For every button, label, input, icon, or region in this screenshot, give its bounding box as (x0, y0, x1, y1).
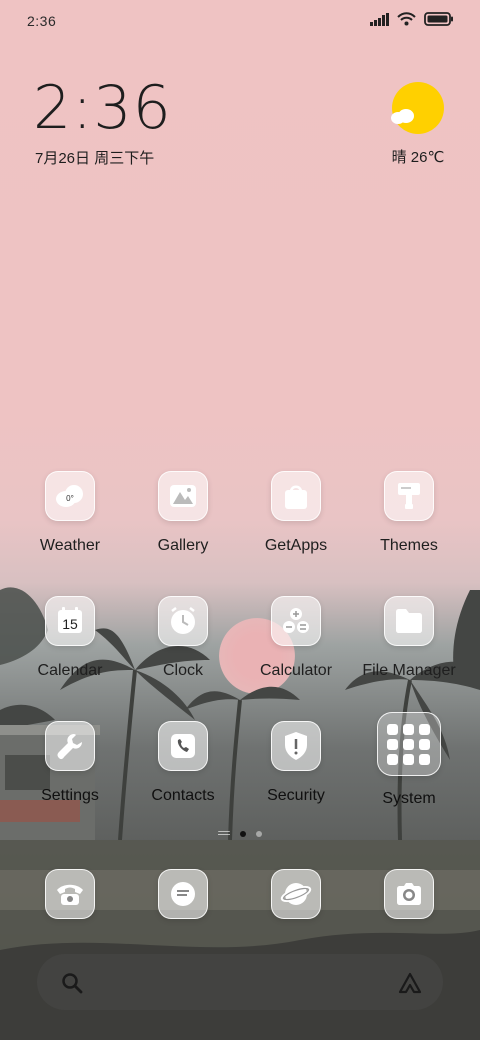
app-clock[interactable]: Clock (128, 596, 238, 680)
calendar-icon: 15 (45, 596, 95, 646)
wifi-icon (397, 12, 416, 26)
battery-icon (424, 12, 453, 26)
svg-text:15: 15 (62, 616, 78, 632)
folder-grid-icon (377, 712, 441, 776)
app-themes[interactable]: Themes (354, 471, 464, 555)
clock-widget-date[interactable]: 7月26日 周三下午 (35, 147, 154, 168)
gallery-icon (158, 471, 208, 521)
app-file-manager[interactable]: File Manager (354, 596, 464, 680)
home-screen: 2:36 2:36 7月26日 周三下午 晴 26℃ 0° Weather Ga… (0, 0, 480, 1040)
app-system-folder[interactable]: System (354, 712, 464, 808)
app-label: Clock (162, 662, 203, 679)
dock-messages[interactable] (158, 869, 208, 919)
status-bar: 2:36 (0, 0, 480, 42)
app-label: Themes (380, 537, 438, 554)
search-bar[interactable] (37, 954, 443, 1010)
app-calculator[interactable]: Calculator (241, 596, 351, 680)
app-label: Weather (39, 537, 101, 554)
status-time: 2:36 (27, 13, 57, 29)
page-dot[interactable] (256, 831, 262, 837)
messages-icon (158, 869, 208, 919)
shopping-bag-icon (271, 471, 321, 521)
folder-icon (384, 596, 434, 646)
sunny-cloud-icon (391, 82, 444, 134)
paint-brush-icon (384, 471, 434, 521)
status-icons (370, 12, 454, 26)
clock-widget-time[interactable]: 2:36 (33, 78, 172, 138)
app-settings[interactable]: Settings (15, 721, 125, 805)
app-weather[interactable]: 0° Weather (15, 471, 125, 555)
app-label: Contacts (151, 787, 215, 804)
app-label: Calculator (259, 662, 333, 679)
signal-icon (370, 12, 389, 26)
page-dot-active[interactable] (240, 831, 246, 837)
app-label: System (382, 790, 436, 807)
assistant-icon[interactable] (397, 971, 423, 995)
phone-icon (45, 869, 95, 919)
app-getapps[interactable]: GetApps (241, 471, 351, 555)
app-contacts[interactable]: Contacts (128, 721, 238, 805)
contacts-icon (158, 721, 208, 771)
dock-camera[interactable] (384, 869, 434, 919)
app-calendar[interactable]: 15 Calendar (15, 596, 125, 680)
camera-icon (384, 869, 434, 919)
page-dot[interactable] (218, 831, 230, 837)
weather-widget-text: 晴 26℃ (391, 149, 445, 166)
calculator-icon (271, 596, 321, 646)
browser-icon (271, 869, 321, 919)
dock-phone[interactable] (45, 869, 95, 919)
app-label: Settings (41, 787, 99, 804)
weather-icon: 0° (45, 471, 95, 521)
app-label: Gallery (157, 537, 209, 554)
app-label: GetApps (264, 537, 328, 554)
app-label: Calendar (37, 662, 103, 679)
app-label: File Manager (362, 662, 456, 679)
app-gallery[interactable]: Gallery (128, 471, 238, 555)
dock-browser[interactable] (271, 869, 321, 919)
page-indicator[interactable] (0, 831, 480, 837)
clock-icon (158, 596, 208, 646)
search-icon[interactable] (61, 972, 83, 994)
app-security[interactable]: Security (241, 721, 351, 805)
app-label: Security (267, 787, 325, 804)
weather-widget[interactable]: 晴 26℃ (380, 82, 456, 167)
svg-text:0°: 0° (66, 494, 74, 503)
shield-icon (271, 721, 321, 771)
wrench-icon (45, 721, 95, 771)
